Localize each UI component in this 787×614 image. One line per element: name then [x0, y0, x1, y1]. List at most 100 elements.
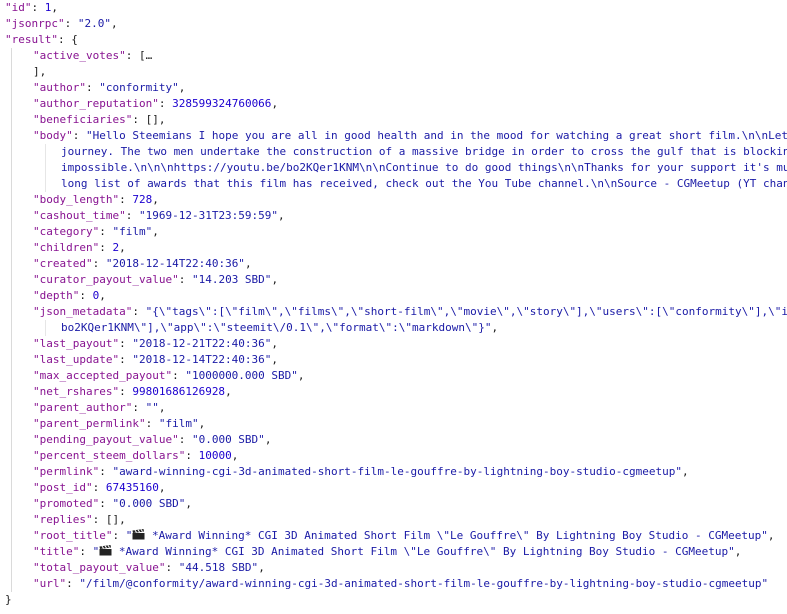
json-key: "author" [33, 81, 86, 94]
json-value: bo2KQer1KNM\"],\"app\":\"steemit\/0.1\",… [61, 321, 492, 334]
json-separator: : [178, 273, 192, 286]
json-line: "jsonrpc": "2.0", [5, 16, 118, 32]
json-line: "cashout_time": "1969-12-31T23:59:59", [33, 208, 285, 224]
json-separator: : [172, 369, 186, 382]
json-separator: : [178, 433, 192, 446]
json-punctuation: , [258, 561, 265, 574]
json-line: "root_title": " *Award Winning* CGI 3D A… [33, 528, 775, 544]
json-separator: : [79, 289, 93, 302]
json-key: "max_accepted_payout" [33, 369, 173, 382]
json-punctuation: , [271, 353, 279, 366]
json-value: { [71, 33, 78, 46]
json-value: "0.000 SBD" [112, 497, 186, 510]
json-separator: : [119, 385, 133, 398]
json-key: "active_votes" [33, 49, 126, 62]
json-key: "promoted" [33, 497, 100, 510]
json-value: "/film/@conformity/award-winning-cgi-3d-… [79, 577, 769, 590]
json-value: "1969-12-31T23:59:59" [138, 209, 279, 222]
json-punctuation: , [244, 257, 252, 270]
json-separator: : [57, 33, 72, 46]
json-key: "created" [33, 257, 93, 270]
json-separator: : [99, 465, 113, 478]
json-separator: : [125, 209, 139, 222]
json-value: [] [105, 513, 120, 526]
clapperboard-icon [99, 545, 112, 556]
clapperboard-icon [132, 529, 145, 540]
json-punctuation: , [51, 1, 58, 14]
json-line: "permlink": "award-winning-cgi-3d-animat… [33, 464, 689, 480]
json-line: "url": "/film/@conformity/award-winning-… [33, 576, 768, 592]
json-separator: : [119, 353, 133, 366]
json-key: "body" [33, 129, 73, 142]
clapperboard-emoji [99, 545, 112, 558]
json-value: long list of awards that this film has r… [61, 177, 787, 190]
json-key: "total_payout_value" [33, 561, 166, 574]
json-separator: : [92, 481, 106, 494]
indent-guide-metadata [45, 320, 46, 336]
json-key: "url" [33, 577, 67, 590]
json-separator: : [31, 1, 45, 14]
json-separator: : [99, 497, 113, 510]
json-value: " *Award Winning* CGI 3D Animated Short … [92, 545, 735, 558]
json-value: "conformity" [99, 81, 179, 94]
json-value: "44.518 SBD" [178, 561, 259, 574]
json-punctuation: , [158, 481, 166, 494]
json-value: " *Award Winning* CGI 3D Animated Short … [125, 529, 768, 542]
json-value: "2018-12-14T22:40:36" [132, 353, 272, 366]
json-key: "post_id" [33, 481, 93, 494]
json-key: "pending_payout_value" [33, 433, 179, 446]
json-key: "beneficiaries" [33, 113, 133, 126]
json-value: "0.000 SBD" [191, 433, 265, 446]
json-line: "id": 1, [5, 0, 58, 16]
json-separator: : [119, 193, 133, 206]
json-value: "2.0" [77, 17, 111, 30]
json-punctuation: , [231, 449, 239, 462]
json-key: "body_length" [33, 193, 120, 206]
json-line: "json_metadata": "{\"tags\":[\"film\",\"… [33, 304, 787, 320]
json-line: "percent_steem_dollars": 10000, [33, 448, 238, 464]
json-key: "children" [33, 241, 100, 254]
json-line: journey. The two men undertake the const… [61, 144, 787, 160]
json-line: "beneficiaries": [], [33, 112, 165, 128]
json-line: "created": "2018-12-14T22:40:36", [33, 256, 252, 272]
json-separator: : [125, 49, 139, 62]
json-line: "replies": [], [33, 512, 126, 528]
json-separator: : [64, 17, 78, 30]
json-value: 67435160 [105, 481, 159, 494]
json-value: impossible.\n\n\nhttps://youtu.be/bo2KQe… [61, 161, 787, 174]
json-key: "id" [5, 1, 32, 14]
json-line: "curator_payout_value": "14.203 SBD", [33, 272, 278, 288]
json-line: "author_reputation": 328599324760066, [33, 96, 278, 112]
json-line: "parent_permlink": "film", [33, 416, 205, 432]
indent-guide-body [45, 144, 46, 192]
json-key: "parent_author" [33, 401, 133, 414]
json-viewer: "id": 1, "jsonrpc": "2.0", "result": {"act… [0, 0, 787, 614]
json-value: journey. The two men undertake the const… [61, 145, 787, 158]
json-value: "Hello Steemians I hope you are all in g… [86, 129, 787, 142]
json-separator: : [99, 225, 113, 238]
json-separator: : [66, 577, 80, 590]
json-key: "percent_steem_dollars" [33, 449, 186, 462]
json-line: "result": { [5, 32, 78, 48]
json-line: "last_payout": "2018-12-21T22:40:36", [33, 336, 278, 352]
json-key: "last_update" [33, 353, 120, 366]
json-punctuation: , [152, 193, 159, 206]
json-line: impossible.\n\n\nhttps://youtu.be/bo2KQe… [61, 160, 787, 176]
json-value: "2018-12-14T22:40:36" [105, 257, 245, 270]
json-key: "last_payout" [33, 337, 120, 350]
json-punctuation: , [178, 81, 186, 94]
json-punctuation: , [152, 225, 159, 238]
json-key: "depth" [33, 289, 80, 302]
json-punctuation: , [119, 241, 126, 254]
json-value[interactable]: [… [139, 49, 152, 62]
json-punctuation: , [110, 17, 118, 30]
json-value: "1000000.000 SBD" [185, 369, 298, 382]
json-punctuation: , [225, 385, 232, 398]
json-key: "net_rshares" [33, 385, 120, 398]
json-separator: : [119, 337, 133, 350]
json-punctuation: , [682, 465, 689, 478]
indent-guide [11, 48, 12, 592]
json-separator: : [158, 97, 173, 110]
json-punctuation: , [158, 401, 166, 414]
json-line: ], [33, 64, 46, 80]
